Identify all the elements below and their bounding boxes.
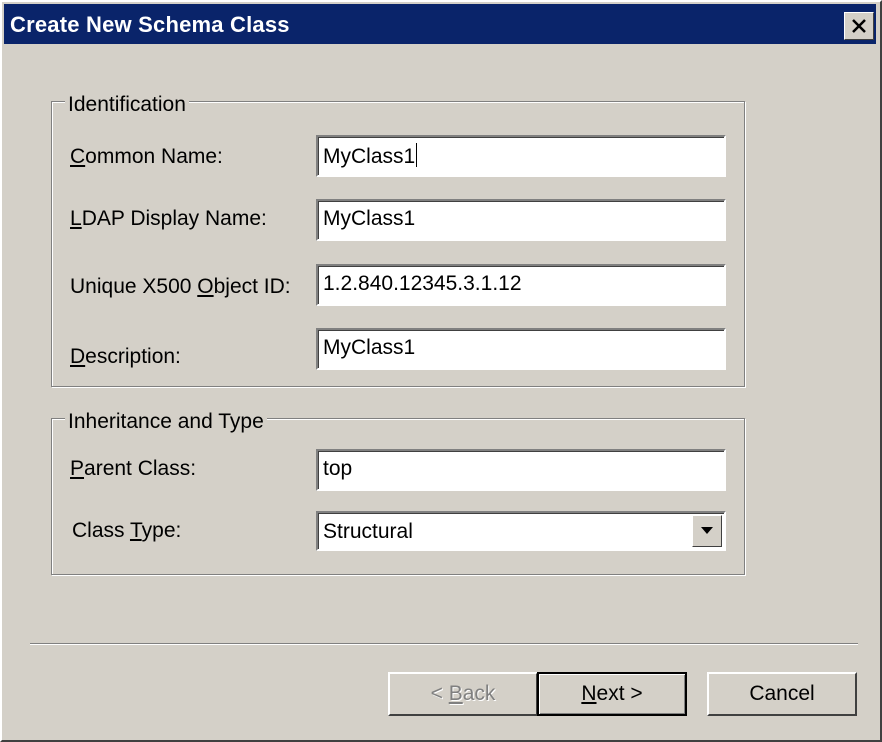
dropdown-button[interactable] <box>692 515 722 547</box>
inheritance-legend: Inheritance and Type <box>65 410 267 434</box>
window-title: Create New Schema Class <box>10 12 290 37</box>
ldap-display-name-field[interactable]: MyClass1 <box>316 199 726 241</box>
class-type-select[interactable]: Structural <box>316 511 726 551</box>
chevron-down-icon <box>701 527 713 534</box>
close-button[interactable] <box>844 12 874 40</box>
dialog-window: Create New Schema Class Identification C… <box>0 0 882 742</box>
next-button[interactable]: Next > <box>537 672 687 716</box>
description-field[interactable]: MyClass1 <box>316 328 726 370</box>
back-button[interactable]: < Back <box>388 672 538 716</box>
common-name-field[interactable]: MyClass1 <box>316 135 726 177</box>
identification-legend: Identification <box>65 93 189 117</box>
separator <box>30 643 858 645</box>
close-icon <box>852 19 866 33</box>
parent-class-field[interactable]: top <box>316 449 726 491</box>
x500-object-id-field[interactable]: 1.2.840.12345.3.1.12 <box>316 264 726 306</box>
x500-object-id-label: Unique X500 Object ID: <box>70 275 291 298</box>
text-caret <box>416 143 418 167</box>
inheritance-group <box>51 418 745 575</box>
ldap-display-name-label: LDAP Display Name: <box>70 207 267 230</box>
description-label: Description: <box>70 345 181 368</box>
cancel-button[interactable]: Cancel <box>707 672 857 716</box>
class-type-label: Class Type: <box>72 519 182 542</box>
class-type-value: Structural <box>323 520 413 543</box>
parent-class-label: Parent Class: <box>70 457 197 480</box>
common-name-label: Common Name: <box>70 145 223 168</box>
title-bar[interactable]: Create New Schema Class <box>4 4 876 44</box>
